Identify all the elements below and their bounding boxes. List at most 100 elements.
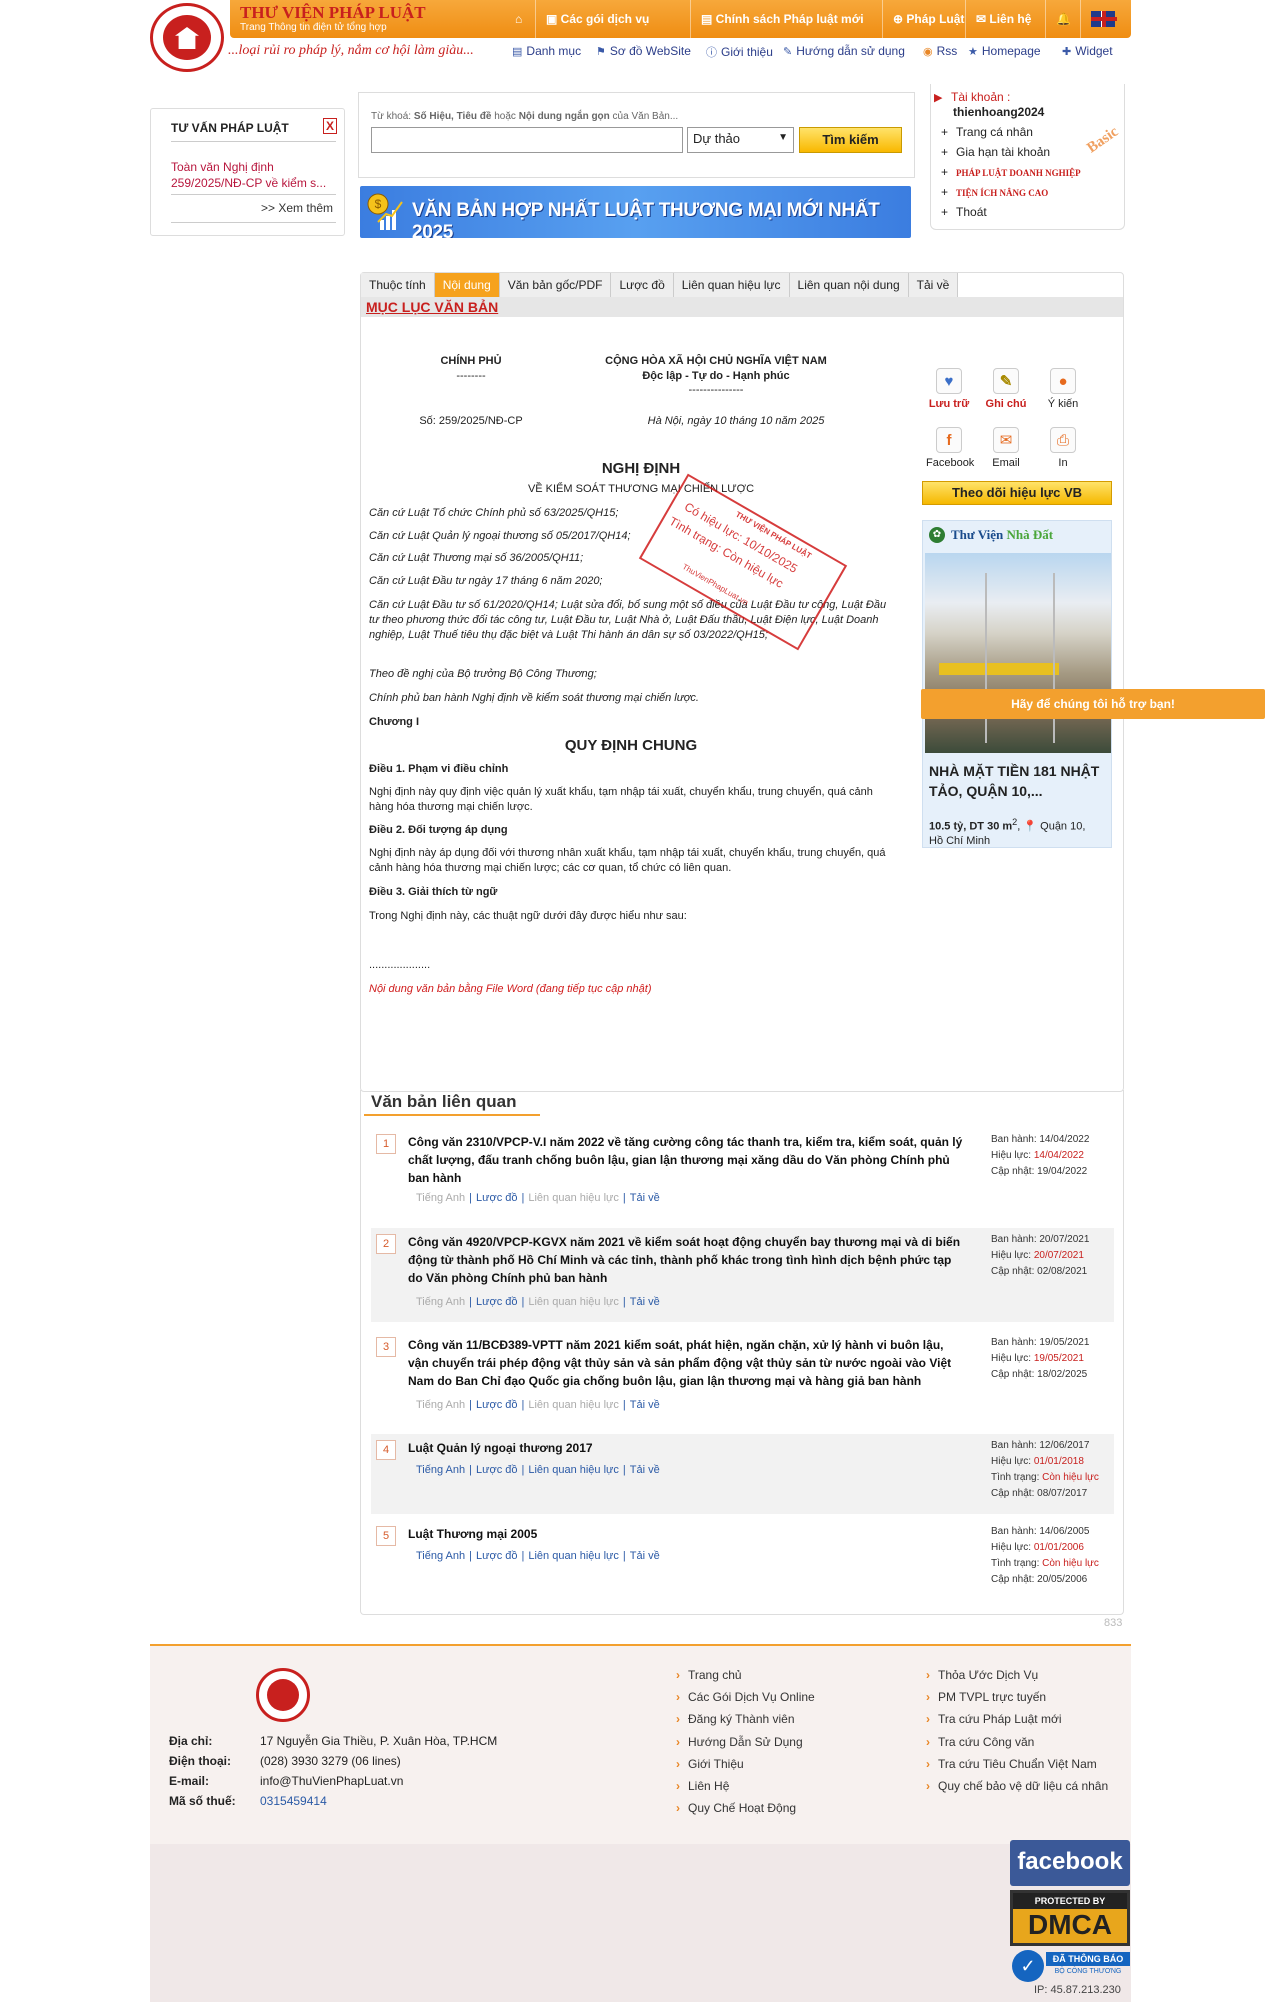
uk-flag-icon[interactable] <box>1080 0 1125 38</box>
link-download[interactable]: Tải về <box>630 1550 660 1562</box>
link-english[interactable]: Tiếng Anh <box>416 1192 465 1204</box>
save-button[interactable]: ♥ Lưu trữ <box>926 368 972 410</box>
footer-link[interactable]: Thỏa Ước Dịch Vụ <box>926 1668 1038 1682</box>
house-photo[interactable] <box>925 553 1111 753</box>
footer-link[interactable]: Liên Hệ <box>676 1779 729 1793</box>
sitemap-icon: ⚑ <box>596 45 606 58</box>
subnav-catalog[interactable]: ▤ Danh mục <box>512 44 581 58</box>
support-chat-button[interactable]: Hãy để chúng tôi hỗ trợ bạn! <box>921 689 1265 719</box>
footer-link[interactable]: Đăng ký Thành viên <box>676 1712 795 1726</box>
nav-law[interactable]: ⊕ Pháp Luật <box>882 0 974 38</box>
account-username[interactable]: thienhoang2024 <box>953 105 1044 119</box>
link-diagram[interactable]: Lược đồ <box>476 1192 518 1204</box>
bell-icon[interactable]: 🔔 <box>1045 0 1081 38</box>
footer-link[interactable]: Giới Thiệu <box>676 1757 744 1771</box>
link-diagram[interactable]: Lược đồ <box>476 1550 518 1562</box>
close-button[interactable]: X <box>323 118 337 134</box>
email-value[interactable]: info@ThuVienPhapLuat.vn <box>260 1774 403 1788</box>
document-type-select[interactable]: Dự thảo ▼ <box>687 127 794 153</box>
real-estate-ad[interactable]: ✿ Thư Viện Nhà Đất NHÀ MẶT TIỀN 181 NHẬT… <box>922 520 1112 848</box>
menu-logout[interactable]: Thoát <box>941 205 987 219</box>
comment-button[interactable]: ● Ý kiến <box>1040 368 1086 410</box>
consolidated-law-banner[interactable]: $ VĂN BẢN HỢP NHẤT LUẬT THƯƠNG MẠI MỚI N… <box>360 186 911 238</box>
subnav-rss[interactable]: ◉ Rss <box>923 44 957 58</box>
footer-link[interactable]: PM TVPL trực tuyến <box>926 1690 1046 1704</box>
email-share-button[interactable]: ✉ Email <box>983 427 1029 469</box>
tab-related-effect[interactable]: Liên quan hiệu lực <box>673 273 790 297</box>
link-diagram[interactable]: Lược đồ <box>476 1296 518 1308</box>
dmca-badge[interactable]: PROTECTED BY DMCA <box>1010 1890 1130 1946</box>
footer-logo[interactable] <box>256 1668 310 1722</box>
note-button[interactable]: ✎ Ghi chú <box>983 368 1029 410</box>
link-download[interactable]: Tải về <box>630 1399 660 1411</box>
link-download[interactable]: Tải về <box>630 1464 660 1476</box>
follow-effect-button[interactable]: Theo dõi hiệu lực VB <box>922 481 1112 505</box>
link-download[interactable]: Tải về <box>630 1296 660 1308</box>
home-icon[interactable]: ⌂ <box>505 0 532 38</box>
nav-service-packages[interactable]: ▣ Các gói dịch vụ <box>535 0 659 38</box>
tab-original-pdf[interactable]: Văn bản gốc/PDF <box>499 273 612 297</box>
link-related-effect[interactable]: Liên quan hiệu lực <box>528 1296 619 1308</box>
legal-advice-link[interactable]: Toàn văn Nghị định 259/2025/NĐ-CP về kiể… <box>171 159 336 191</box>
see-more-link[interactable]: >> Xem thêm <box>261 201 333 215</box>
subnav-sitemap[interactable]: ⚑ Sơ đồ WebSite <box>596 44 691 58</box>
related-doc-title[interactable]: Công văn 2310/VPCP-V.I năm 2022 về tăng … <box>408 1133 963 1187</box>
facebook-badge[interactable]: facebook <box>1010 1840 1130 1886</box>
link-related-effect[interactable]: Liên quan hiệu lực <box>528 1399 619 1411</box>
nav-contact[interactable]: ✉ Liên hệ <box>965 0 1041 38</box>
footer-link[interactable]: Quy chế bảo vệ dữ liệu cá nhân <box>926 1779 1108 1793</box>
tab-download[interactable]: Tải về <box>908 273 959 297</box>
link-related-effect[interactable]: Liên quan hiệu lực <box>528 1464 619 1476</box>
link-english[interactable]: Tiếng Anh <box>416 1399 465 1411</box>
related-doc-title[interactable]: Công văn 4920/VPCP-KGVX năm 2021 về kiểm… <box>408 1233 963 1287</box>
nav-new-policy[interactable]: ▤ Chính sách Pháp luật mới <box>690 0 874 38</box>
link-diagram[interactable]: Lược đồ <box>476 1464 518 1476</box>
footer-link[interactable]: Trang chủ <box>676 1668 742 1682</box>
link-diagram[interactable]: Lược đồ <box>476 1399 518 1411</box>
toc-link[interactable]: MỤC LỤC VĂN BẢN <box>366 299 498 315</box>
note-icon: ✎ <box>993 368 1019 394</box>
ad-title[interactable]: NHÀ MẶT TIỀN 181 NHẬT TẢO, QUẬN 10,... <box>929 761 1107 801</box>
tab-properties[interactable]: Thuộc tính <box>361 273 435 297</box>
subnav-guide[interactable]: ✎ Hướng dẫn sử dụng <box>783 44 905 58</box>
footer-link[interactable]: Hướng Dẫn Sử Dụng <box>676 1735 803 1749</box>
link-related-effect[interactable]: Liên quan hiệu lực <box>528 1550 619 1562</box>
search-input[interactable] <box>371 127 683 153</box>
tax-value[interactable]: 0315459414 <box>260 1794 327 1808</box>
subnav-widget[interactable]: ✚ Widget <box>1062 44 1113 58</box>
tab-content[interactable]: Nội dung <box>434 273 500 297</box>
save-icon: ♥ <box>936 368 962 394</box>
footer-link[interactable]: Tra cứu Công văn <box>926 1735 1034 1749</box>
newspaper-icon: ▤ <box>701 12 716 26</box>
tab-related-content[interactable]: Liên quan nội dung <box>789 273 909 297</box>
related-doc-title[interactable]: Công văn 11/BCĐ389-VPTT năm 2021 kiểm so… <box>408 1336 963 1390</box>
link-english[interactable]: Tiếng Anh <box>416 1296 465 1308</box>
menu-personal-page[interactable]: Trang cá nhân <box>941 125 1033 139</box>
banner-text: VĂN BẢN HỢP NHẤT LUẬT THƯƠNG MẠI MỚI NHẤ… <box>412 200 880 238</box>
link-related-effect[interactable]: Liên quan hiệu lực <box>528 1192 619 1204</box>
article-text: Trong Nghị định này, các thuật ngữ dưới … <box>369 910 687 922</box>
link-english[interactable]: Tiếng Anh <box>416 1464 465 1476</box>
subnav-homepage[interactable]: ★ Homepage <box>968 44 1041 58</box>
site-title[interactable]: THƯ VIỆN PHÁP LUẬT <box>240 3 426 23</box>
related-doc-title[interactable]: Luật Thương mại 2005 <box>408 1525 963 1543</box>
facebook-share-button[interactable]: f Facebook <box>926 427 974 469</box>
footer-link[interactable]: Quy Chế Hoạt Động <box>676 1801 796 1815</box>
print-button[interactable]: ⎙ In <box>1040 427 1086 469</box>
footer-link[interactable]: Tra cứu Pháp Luật mới <box>926 1712 1062 1726</box>
link-english[interactable]: Tiếng Anh <box>416 1550 465 1562</box>
menu-business-law[interactable]: PHÁP LUẬT DOANH NGHIỆP <box>941 165 1081 179</box>
site-logo[interactable] <box>150 3 224 72</box>
footer-link[interactable]: Tra cứu Tiêu Chuẩn Việt Nam <box>926 1757 1097 1771</box>
tab-diagram[interactable]: Lược đồ <box>611 273 674 297</box>
document-tabs: Thuộc tính Nội dung Văn bản gốc/PDF Lược… <box>361 273 959 297</box>
ministry-registered-badge[interactable]: ✓ ĐÃ THÔNG BÁO BỘ CÔNG THƯƠNG <box>1010 1950 1130 1982</box>
footer-link[interactable]: Các Gói Dịch Vụ Online <box>676 1690 815 1704</box>
search-button[interactable]: Tìm kiếm <box>799 127 902 153</box>
related-doc-title[interactable]: Luật Quản lý ngoại thương 2017 <box>408 1439 963 1457</box>
subnav-about[interactable]: ⓘ Giới thiệu <box>706 44 773 60</box>
doc-meta: Ban hành: 14/06/2005 Hiệu lực: 01/01/2006… <box>991 1526 1099 1585</box>
menu-renew-account[interactable]: Gia hạn tài khoản <box>941 145 1050 159</box>
link-download[interactable]: Tải về <box>630 1192 660 1204</box>
menu-advanced-utilities[interactable]: TIỆN ÍCH NÂNG CAO <box>941 185 1048 199</box>
